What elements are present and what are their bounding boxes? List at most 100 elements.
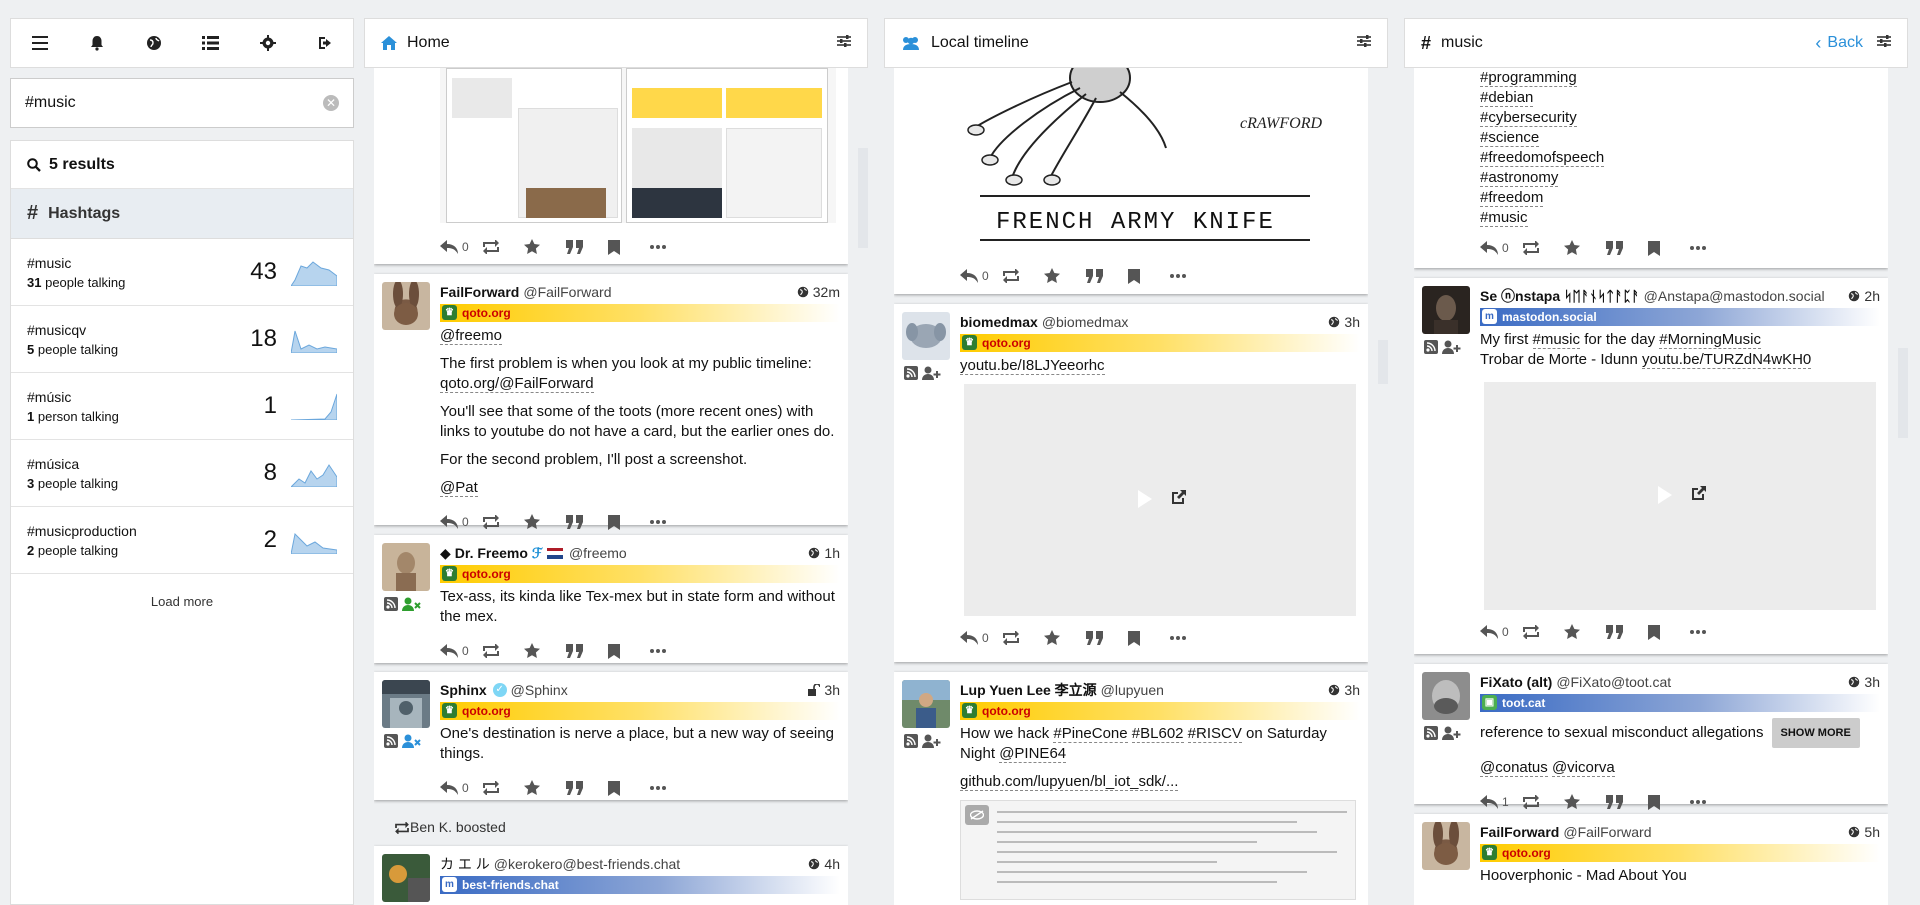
status-time[interactable]: 3h xyxy=(1328,680,1360,700)
reply-button[interactable]: 0 xyxy=(1480,241,1522,255)
avatar[interactable] xyxy=(382,854,430,902)
status-time[interactable]: 32m xyxy=(797,282,840,302)
status-time[interactable]: 3h xyxy=(808,680,840,700)
follow-icon[interactable] xyxy=(922,734,942,754)
follow-icon[interactable] xyxy=(1442,340,1462,360)
video-link[interactable]: youtu.be/I8LJYeeorhc xyxy=(960,357,1105,375)
favourite-button[interactable] xyxy=(524,643,566,659)
bookmark-button[interactable] xyxy=(1128,630,1170,646)
hashtag-result[interactable]: #músic 1 person talking 1 xyxy=(11,373,353,440)
more-options-icon[interactable] xyxy=(1170,274,1212,278)
bookmark-button[interactable] xyxy=(608,239,650,255)
hashtag-link[interactable]: #music xyxy=(1532,331,1581,349)
reply-button[interactable]: 0 xyxy=(440,512,482,532)
more-options-icon[interactable] xyxy=(650,245,692,249)
boost-label[interactable]: Ben K. boosted xyxy=(410,819,506,835)
hashtag-link[interactable]: #PineCone xyxy=(1053,725,1128,743)
account-handle[interactable]: @biomedmax xyxy=(1042,312,1129,332)
instance-badge[interactable]: ♛ qoto.org xyxy=(1480,844,1880,862)
status-card[interactable]: FailForward @FailForward 32m ♛ qoto.org @… xyxy=(374,274,848,530)
column-title[interactable]: music xyxy=(1441,34,1483,52)
avatar[interactable] xyxy=(1422,286,1470,334)
quote-button[interactable] xyxy=(566,515,608,529)
rss-icon[interactable] xyxy=(904,734,918,754)
account-handle[interactable]: @lupyuen xyxy=(1101,680,1164,700)
code-screenshot-attachment[interactable] xyxy=(960,800,1356,900)
hashtag-result[interactable]: #musicqv 5 people talking 18 xyxy=(11,306,353,373)
status-card[interactable]: カ エ ル @kerokero@best-friends.chat 4h m be… xyxy=(374,846,848,905)
instance-badge[interactable]: ♛ qoto.org xyxy=(960,334,1360,352)
hashtag-result[interactable]: #music 31 people talking 43 xyxy=(11,239,353,306)
external-link-icon[interactable] xyxy=(1170,488,1188,512)
boost-button[interactable] xyxy=(482,781,524,795)
hashtag-link[interactable]: #cybersecurity xyxy=(1480,109,1577,127)
avatar[interactable] xyxy=(382,282,430,330)
reply-button[interactable]: 0 xyxy=(960,269,1002,283)
mention-link[interactable]: @freemo xyxy=(440,327,502,345)
display-name[interactable]: FailForward xyxy=(1480,822,1559,842)
rss-icon[interactable] xyxy=(1424,340,1438,360)
load-more-button[interactable]: Load more xyxy=(11,574,353,609)
status-card[interactable]: Lup Yuen Lee 李立源 @lupyuen 3h ♛ qoto.org H… xyxy=(894,672,1368,905)
bookmark-button[interactable] xyxy=(1648,794,1690,810)
status-time[interactable]: 4h xyxy=(808,854,840,874)
avatar[interactable] xyxy=(902,680,950,728)
video-embed[interactable] xyxy=(1484,382,1876,610)
account-handle[interactable]: @FailForward xyxy=(1563,822,1651,842)
column-settings-icon[interactable] xyxy=(1877,34,1891,53)
hashtag-link[interactable]: #programming xyxy=(1480,69,1577,87)
reply-button[interactable]: 0 xyxy=(960,628,1002,648)
boost-button[interactable] xyxy=(482,515,524,529)
more-options-icon[interactable] xyxy=(650,520,692,524)
favourite-button[interactable] xyxy=(1564,240,1606,256)
video-link[interactable]: youtu.be/TURZdN4wKH0 xyxy=(1642,351,1812,369)
reply-button[interactable]: 0 xyxy=(1480,622,1522,642)
column-title[interactable]: Local timeline xyxy=(931,34,1029,52)
status-time[interactable]: 1h xyxy=(808,543,840,563)
hashtag-link[interactable]: #debian xyxy=(1480,89,1534,107)
menu-icon[interactable] xyxy=(28,31,52,55)
bookmark-button[interactable] xyxy=(608,514,650,530)
quote-button[interactable] xyxy=(1606,241,1648,255)
more-options-icon[interactable] xyxy=(650,786,692,790)
hashtag-link[interactable]: #science xyxy=(1480,129,1540,147)
show-more-button[interactable]: SHOW MORE xyxy=(1771,718,1860,748)
account-handle[interactable]: @FiXato@toot.cat xyxy=(1556,672,1671,692)
notifications-bell-icon[interactable] xyxy=(85,31,109,55)
favourite-button[interactable] xyxy=(1044,630,1086,646)
instance-badge[interactable]: ♛ qoto.org xyxy=(440,565,840,583)
screenshot-attachment[interactable] xyxy=(440,68,836,223)
hashtag-result[interactable]: #música 3 people talking 8 xyxy=(11,440,353,507)
status-time[interactable]: 3h xyxy=(1328,312,1360,332)
boost-button[interactable] xyxy=(1522,795,1564,809)
clear-search-icon[interactable]: ✕ xyxy=(323,95,339,111)
status-card[interactable]: FiXato (alt) @FiXato@toot.cat 3h ▣ toot.c… xyxy=(1414,664,1888,810)
favourite-button[interactable] xyxy=(524,780,566,796)
quote-button[interactable] xyxy=(566,644,608,658)
drawing-attachment[interactable]: cRAWFORD FRENCH ARMY KNIFE xyxy=(960,68,1356,258)
boost-button[interactable] xyxy=(1522,625,1564,639)
status-card[interactable]: FailForward @FailForward 5h ♛ qoto.org Ho… xyxy=(1414,814,1888,905)
quote-button[interactable] xyxy=(1606,795,1648,809)
play-icon[interactable] xyxy=(1658,486,1672,504)
display-name[interactable]: FailForward xyxy=(440,282,519,302)
reply-button[interactable]: 0 xyxy=(440,641,482,661)
hashtag-link[interactable]: #BL602 xyxy=(1131,725,1184,743)
favourite-button[interactable] xyxy=(524,239,566,255)
instance-badge[interactable]: m mastodon.social xyxy=(1480,308,1880,326)
boost-button[interactable] xyxy=(482,644,524,658)
status-card[interactable]: cRAWFORD FRENCH ARMY KNIFE 0 xyxy=(894,68,1368,294)
quote-button[interactable] xyxy=(566,781,608,795)
account-handle[interactable]: @Anstapa@mastodon.social xyxy=(1644,286,1825,306)
more-options-icon[interactable] xyxy=(1690,800,1732,804)
display-name[interactable]: FiXato (alt) xyxy=(1480,672,1552,692)
boost-button[interactable] xyxy=(482,240,524,254)
avatar[interactable] xyxy=(902,312,950,360)
display-name[interactable]: Dr. Freemo xyxy=(455,543,528,563)
avatar[interactable] xyxy=(1422,672,1470,720)
search-input[interactable] xyxy=(25,94,323,112)
follow-icon[interactable] xyxy=(922,366,942,386)
rss-icon[interactable] xyxy=(384,597,398,617)
scrollbar[interactable] xyxy=(1378,340,1388,384)
scrollbar[interactable] xyxy=(858,148,868,248)
